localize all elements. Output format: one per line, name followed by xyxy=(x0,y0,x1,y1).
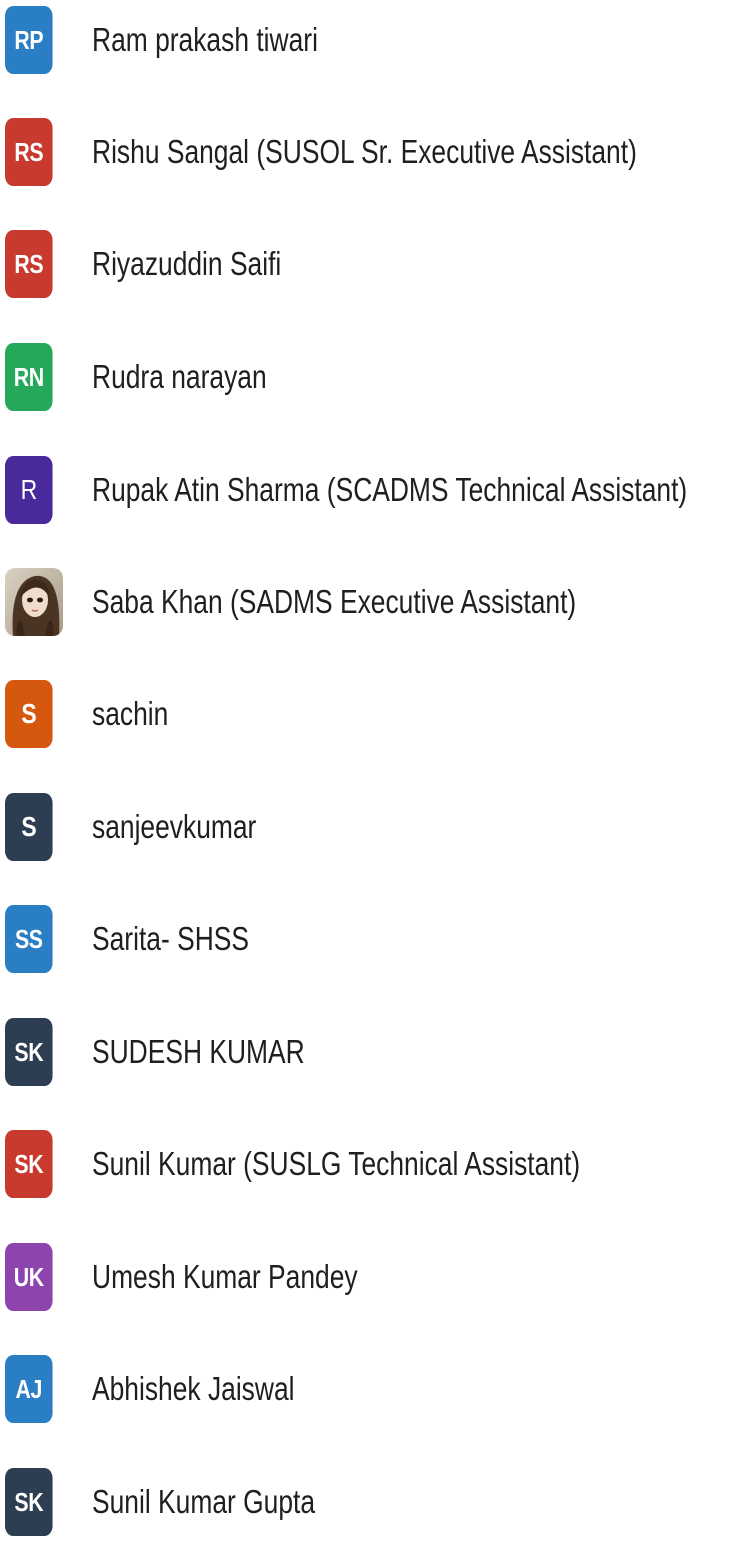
avatar: S xyxy=(5,793,53,861)
contact-name: Rupak Atin Sharma (SCADMS Technical Assi… xyxy=(92,471,688,508)
contact-name: Saba Khan (SADMS Executive Assistant) xyxy=(92,583,577,620)
avatar: SK xyxy=(5,1018,53,1086)
avatar: UK xyxy=(5,1243,53,1311)
avatar-photo xyxy=(5,568,63,636)
contact-name: Ram prakash tiwari xyxy=(92,21,318,58)
contact-name: Sunil Kumar Gupta xyxy=(92,1483,316,1520)
avatar: AJ xyxy=(5,1355,53,1423)
contact-name: Riyazuddin Saifi xyxy=(92,245,282,282)
contact-row[interactable]: SK SUDESH KUMAR xyxy=(0,1012,739,1092)
contact-row[interactable]: SS Sarita- SHSS xyxy=(0,899,739,979)
avatar: RN xyxy=(5,343,53,411)
avatar: S xyxy=(5,680,53,748)
avatar: R xyxy=(5,456,53,524)
contact-name: Rishu Sangal (SUSOL Sr. Executive Assist… xyxy=(92,133,637,170)
contact-name: sanjeevkumar xyxy=(92,808,257,845)
contact-name: Sarita- SHSS xyxy=(92,920,249,957)
avatar: SS xyxy=(5,905,53,973)
contact-row[interactable]: S sachin xyxy=(0,674,739,754)
contact-name: Rudra narayan xyxy=(92,358,267,395)
profile-photo-icon xyxy=(5,568,63,636)
avatar: RS xyxy=(5,118,53,186)
contact-row[interactable]: RS Riyazuddin Saifi xyxy=(0,224,739,304)
contact-row[interactable]: RP Ram prakash tiwari xyxy=(0,0,739,80)
contact-row[interactable]: UK Umesh Kumar Pandey xyxy=(0,1237,739,1317)
contact-row[interactable]: AJ Abhishek Jaiswal xyxy=(0,1349,739,1429)
avatar: SK xyxy=(5,1130,53,1198)
contact-row[interactable]: R Rupak Atin Sharma (SCADMS Technical As… xyxy=(0,450,739,530)
contact-name: Umesh Kumar Pandey xyxy=(92,1258,358,1295)
avatar: RS xyxy=(5,230,53,298)
contact-name: Abhishek Jaiswal xyxy=(92,1370,295,1407)
avatar: RP xyxy=(5,6,53,74)
contact-row[interactable]: SK Sunil Kumar (SUSLG Technical Assistan… xyxy=(0,1124,739,1204)
contact-name: SUDESH KUMAR xyxy=(92,1033,305,1070)
contact-row[interactable]: S sanjeevkumar xyxy=(0,787,739,867)
contact-row[interactable]: RN Rudra narayan xyxy=(0,337,739,417)
contact-name: Sunil Kumar (SUSLG Technical Assistant) xyxy=(92,1145,581,1182)
contact-row[interactable]: RS Rishu Sangal (SUSOL Sr. Executive Ass… xyxy=(0,112,739,192)
avatar: SK xyxy=(5,1468,53,1536)
contact-row[interactable]: Saba Khan (SADMS Executive Assistant) xyxy=(0,562,739,642)
contact-name: sachin xyxy=(92,695,169,732)
contact-row[interactable]: SK Sunil Kumar Gupta xyxy=(0,1462,739,1542)
